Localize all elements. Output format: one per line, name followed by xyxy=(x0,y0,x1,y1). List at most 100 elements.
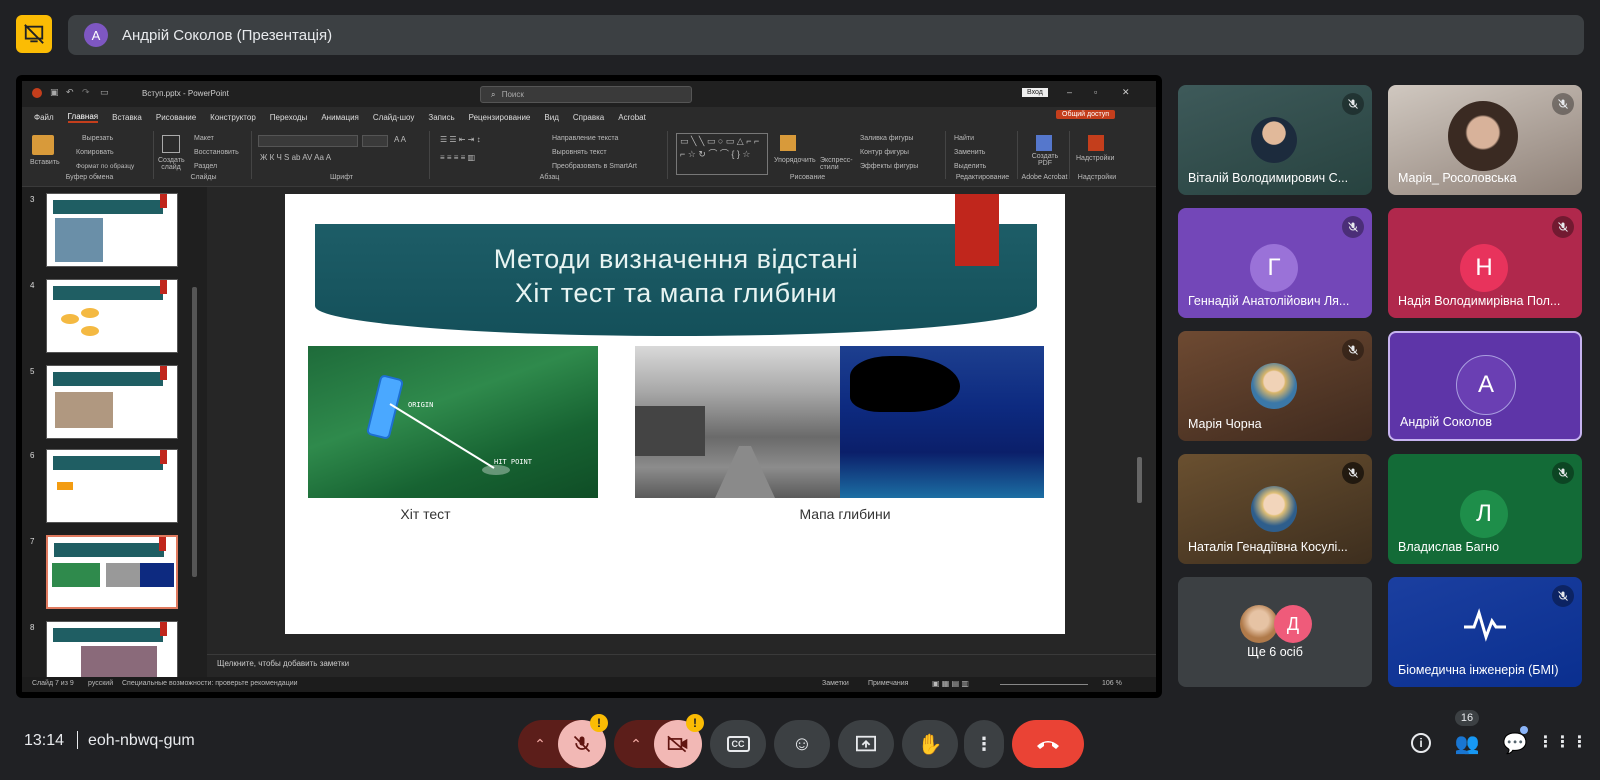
leave-call-button[interactable] xyxy=(1012,720,1084,768)
notes-pane[interactable]: Щелкните, чтобы добавить заметки xyxy=(207,654,1156,677)
addins-button[interactable]: Надстройки xyxy=(1076,155,1114,162)
qat-undo-icon[interactable]: ↶ xyxy=(66,87,74,98)
new-slide-button[interactable]: Создать слайд xyxy=(158,157,185,171)
align-text-button[interactable]: Выровнять текст xyxy=(552,149,607,156)
signin-button[interactable]: Вход xyxy=(1022,88,1048,97)
participant-tile[interactable]: Л Владислав Багно xyxy=(1388,454,1582,564)
pp-search-box[interactable]: ⌕ Поиск xyxy=(480,86,692,103)
origin-label: ORIGIN xyxy=(408,401,434,409)
copy-button[interactable]: Копировать xyxy=(76,149,114,156)
participant-photo xyxy=(1251,486,1297,532)
select-button[interactable]: Выделить xyxy=(954,163,986,170)
font-format-icons[interactable]: Ж К Ч S ab AV Aa A xyxy=(260,153,331,162)
menu-record[interactable]: Запись xyxy=(428,113,454,122)
text-direction-button[interactable]: Направление текста xyxy=(552,135,618,142)
menu-slideshow[interactable]: Слайд-шоу xyxy=(373,113,414,122)
participant-tile[interactable]: Г Геннадій Анатолійович Ля... xyxy=(1178,208,1372,318)
thumbs-scrollbar[interactable] xyxy=(192,287,197,577)
font-size-input[interactable] xyxy=(362,135,388,147)
menu-transitions[interactable]: Переходы xyxy=(270,113,308,122)
participant-tile[interactable]: Марія Чорна xyxy=(1178,331,1372,441)
menu-animations[interactable]: Анимация xyxy=(321,113,359,122)
menu-file[interactable]: Файл xyxy=(34,113,54,122)
menu-view[interactable]: Вид xyxy=(544,113,558,122)
font-name-input[interactable] xyxy=(258,135,358,147)
close-icon[interactable]: ✕ xyxy=(1122,87,1130,98)
participant-tile[interactable]: Віталій Володимирович С... xyxy=(1178,85,1372,195)
arrange-button[interactable]: Упорядочить xyxy=(774,157,816,164)
captions-button[interactable]: CC xyxy=(710,720,766,768)
cut-button[interactable]: Вырезать xyxy=(82,135,113,142)
slide-thumb-4[interactable] xyxy=(46,279,178,353)
grow-font-icon[interactable]: A A xyxy=(394,135,406,144)
caption-hit-test[interactable]: Хіт тест xyxy=(308,506,543,522)
share-button[interactable]: Общий доступ xyxy=(1056,110,1116,119)
status-comments-button[interactable]: Примечания xyxy=(868,680,908,687)
menu-draw[interactable]: Рисование xyxy=(156,113,196,122)
people-button[interactable]: 👥 xyxy=(1452,728,1482,758)
shape-outline-button[interactable]: Контур фигуры xyxy=(860,149,909,156)
section-button[interactable]: Раздел xyxy=(194,163,217,170)
street-photo[interactable] xyxy=(635,346,840,498)
status-zoom[interactable]: 106 % xyxy=(1102,680,1122,687)
participant-tile[interactable]: Марія_ Росоловська xyxy=(1388,85,1582,195)
qat-redo-icon[interactable]: ↷ xyxy=(82,87,90,98)
menu-acrobat[interactable]: Acrobat xyxy=(618,113,646,122)
status-accessibility[interactable]: Специальные возможности: проверьте реком… xyxy=(122,680,298,687)
shape-effects-button[interactable]: Эффекты фигуры xyxy=(860,163,918,170)
slide-thumb-6[interactable] xyxy=(46,449,178,523)
status-language[interactable]: русский xyxy=(88,680,113,687)
reactions-button[interactable]: ☺ xyxy=(774,720,830,768)
more-participants-tile[interactable]: Д Ще 6 осіб xyxy=(1178,577,1372,687)
qat-present-icon[interactable]: ▭ xyxy=(100,87,109,98)
editor-scrollbar[interactable] xyxy=(1137,457,1142,503)
menu-review[interactable]: Рецензирование xyxy=(469,113,531,122)
menu-home[interactable]: Главная xyxy=(67,112,99,123)
smartart-button[interactable]: Преобразовать в SmartArt xyxy=(552,163,637,170)
paste-button[interactable]: Вставить xyxy=(30,159,60,166)
chevron-up-icon: ⌃ xyxy=(630,735,642,752)
shapes-gallery[interactable]: ▭ ╲ ╲ ▭ ○ ▭ △ ⌐ ⌐ ⌐ ☆ ↻ ⌒ ⌒ { } ☆ xyxy=(676,133,768,175)
slide-thumb-5[interactable] xyxy=(46,365,178,439)
slide-thumb-3[interactable] xyxy=(46,193,178,267)
slide-thumb-7[interactable] xyxy=(46,535,178,609)
depth-map-image[interactable] xyxy=(840,346,1044,498)
zoom-slider[interactable] xyxy=(1000,684,1088,685)
layout-button[interactable]: Макет xyxy=(194,135,214,142)
shape-fill-button[interactable]: Заливка фигуры xyxy=(860,135,913,142)
caption-depth-map[interactable]: Мапа глибини xyxy=(635,506,1055,522)
paste-icon[interactable] xyxy=(32,135,54,155)
view-icons[interactable]: ▣ ▦ ▤ ▥ xyxy=(932,679,969,688)
meeting-info-button[interactable]: i xyxy=(1406,728,1436,758)
quick-styles-button[interactable]: Экспресс-стили xyxy=(820,157,853,171)
camera-options-button[interactable]: ⌃ xyxy=(614,720,658,768)
participant-tile[interactable]: Н Надія Володимирівна Пол... xyxy=(1388,208,1582,318)
format-painter-button[interactable]: Формат по образцу xyxy=(76,163,134,170)
align-icons[interactable]: ≡ ≡ ≡ ≡ ▥ xyxy=(440,153,475,162)
participant-tile-active[interactable]: А Андрій Соколов xyxy=(1388,331,1582,441)
list-icons[interactable]: ☰ ☰ ⇤ ⇥ ↕ xyxy=(440,135,481,144)
hit-test-image[interactable]: ORIGIN HIT POINT xyxy=(308,346,598,498)
status-notes-button[interactable]: Заметки xyxy=(822,680,849,687)
maximize-icon[interactable]: ▫ xyxy=(1094,87,1097,97)
slide-thumb-8[interactable] xyxy=(46,621,178,677)
qat-save-icon[interactable]: ▣ xyxy=(50,87,59,98)
menu-insert[interactable]: Вставка xyxy=(112,113,142,122)
mic-options-button[interactable]: ⌃ xyxy=(518,720,562,768)
more-options-button[interactable]: ⋮ xyxy=(964,720,1004,768)
minimize-icon[interactable]: – xyxy=(1067,87,1072,97)
create-pdf-button[interactable]: Создать PDF xyxy=(1030,153,1060,167)
presentation-status-icon[interactable] xyxy=(16,15,52,53)
mic-off-icon xyxy=(1342,93,1364,115)
raise-hand-button[interactable]: ✋ xyxy=(902,720,958,768)
participant-tile[interactable]: Біомедична інженерія (БМІ) xyxy=(1388,577,1582,687)
replace-button[interactable]: Заменить xyxy=(954,149,985,156)
reset-button[interactable]: Восстановить xyxy=(194,149,239,156)
participant-tile[interactable]: Наталія Генадіївна Косулі... xyxy=(1178,454,1372,564)
present-button[interactable] xyxy=(838,720,894,768)
menu-design[interactable]: Конструктор xyxy=(210,113,256,122)
activities-button[interactable]: ⋮⋮⋮ xyxy=(1538,728,1588,758)
slide-title[interactable]: Методи визначення відстані Хіт тест та м… xyxy=(315,242,1037,310)
menu-help[interactable]: Справка xyxy=(573,113,604,122)
find-button[interactable]: Найти xyxy=(954,135,974,142)
